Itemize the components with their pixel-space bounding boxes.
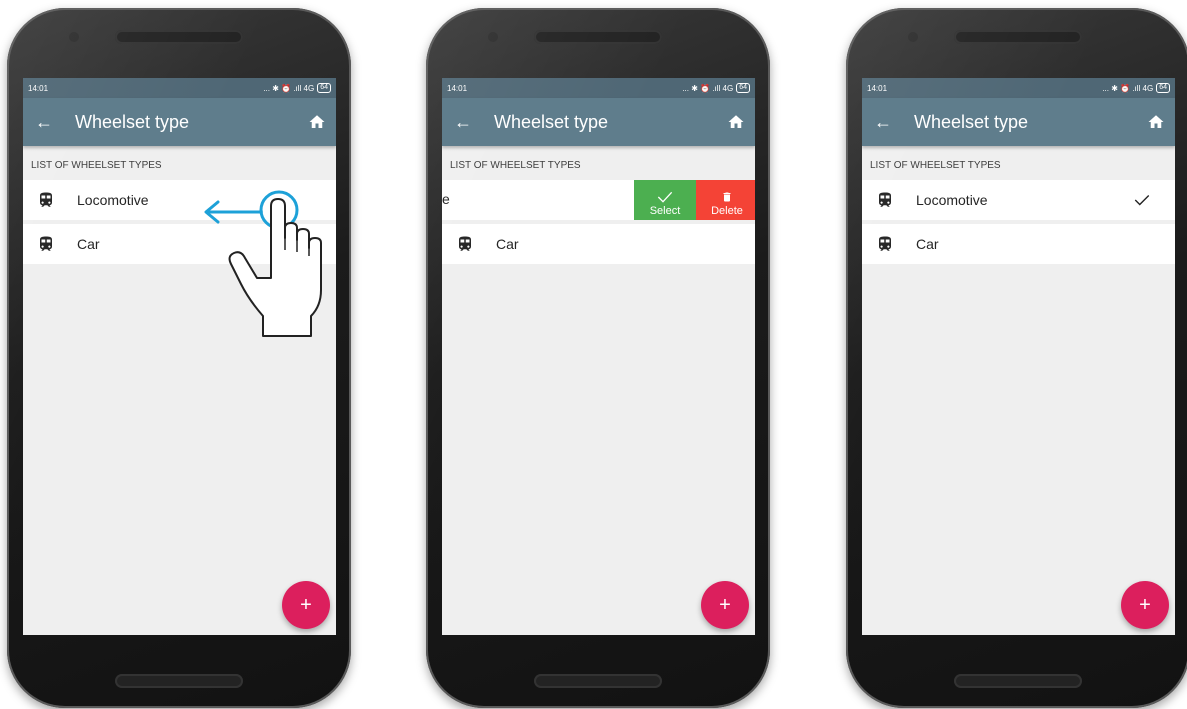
speaker — [534, 30, 662, 44]
add-button[interactable]: + — [701, 581, 749, 629]
phone-frame-2: 14:01 ... ✱ ⏰ .ıll 4G 64 ← Wheelset type… — [426, 8, 770, 708]
select-label: Select — [649, 205, 681, 217]
add-button[interactable]: + — [1121, 581, 1169, 629]
status-time: 14:01 — [867, 83, 888, 93]
section-header: LIST OF WHEELSET TYPES — [31, 160, 162, 171]
status-icons: ... ✱ ⏰ .ıll 4G — [682, 83, 734, 93]
status-indicators: ... ✱ ⏰ .ıll 4G 64 — [682, 83, 750, 93]
list-item-label: Car — [916, 236, 939, 252]
speaker-grill — [534, 674, 662, 688]
speaker — [115, 30, 243, 44]
app-bar: ← Wheelset type — [862, 98, 1175, 146]
app-bar: ← Wheelset type — [442, 98, 755, 146]
camera — [69, 32, 79, 42]
arrow-back-icon[interactable]: ← — [35, 112, 75, 133]
list-item-label-partial: e — [442, 191, 450, 207]
speaker-grill — [954, 674, 1082, 688]
screen-1: 14:01 ... ✱ ⏰ .ıll 4G 64 ← Wheelset type… — [23, 78, 336, 635]
train-icon — [40, 236, 52, 251]
train-icon — [879, 192, 891, 207]
list-item-locomotive[interactable]: Locomotive — [23, 180, 336, 220]
section-header: LIST OF WHEELSET TYPES — [870, 160, 1001, 171]
screen-2: 14:01 ... ✱ ⏰ .ıll 4G 64 ← Wheelset type… — [442, 78, 755, 635]
status-bar: 14:01 ... ✱ ⏰ .ıll 4G 64 — [442, 78, 755, 98]
delete-icon — [723, 192, 731, 202]
check-icon — [657, 191, 673, 203]
home-icon[interactable] — [308, 113, 326, 131]
app-bar: ← Wheelset type — [23, 98, 336, 146]
status-time: 14:01 — [28, 83, 49, 93]
list-item-car[interactable]: Car — [862, 224, 1175, 264]
battery-icon: 64 — [736, 83, 750, 93]
phone-frame-3: 14:01 ... ✱ ⏰ .ıll 4G 64 ← Wheelset type… — [846, 8, 1187, 708]
speaker-grill — [115, 674, 243, 688]
check-icon — [1134, 195, 1150, 206]
train-icon — [459, 236, 471, 251]
delete-button[interactable]: Delete — [696, 180, 755, 220]
list-item-label: Car — [77, 236, 100, 252]
list-item-locomotive[interactable]: Locomotive — [862, 180, 1175, 220]
home-icon[interactable] — [727, 113, 745, 131]
list-item-label: Car — [496, 236, 519, 252]
page-title: Wheelset type — [914, 111, 1029, 132]
list-item-car[interactable]: Car — [23, 224, 336, 264]
list-item-locomotive-swiped[interactable]: e Select Delete — [442, 180, 755, 220]
camera — [908, 32, 918, 42]
status-icons: ... ✱ ⏰ .ıll 4G — [1102, 83, 1154, 93]
list-item-label: Locomotive — [77, 192, 149, 208]
camera — [488, 32, 498, 42]
page-title: Wheelset type — [494, 111, 609, 132]
status-indicators: ... ✱ ⏰ .ıll 4G 64 — [263, 83, 331, 93]
select-button[interactable]: Select — [634, 180, 696, 220]
status-indicators: ... ✱ ⏰ .ıll 4G 64 — [1102, 83, 1170, 93]
delete-label: Delete — [711, 205, 743, 217]
status-time: 14:01 — [447, 83, 468, 93]
home-icon[interactable] — [1147, 113, 1165, 131]
phone-frame-1: 14:01 ... ✱ ⏰ .ıll 4G 64 ← Wheelset type… — [7, 8, 351, 708]
page-title: Wheelset type — [75, 111, 190, 132]
screen-3: 14:01 ... ✱ ⏰ .ıll 4G 64 ← Wheelset type… — [862, 78, 1175, 635]
list-item-car[interactable]: Car — [442, 224, 755, 264]
section-header: LIST OF WHEELSET TYPES — [450, 160, 581, 171]
battery-icon: 64 — [317, 83, 331, 93]
train-icon — [879, 236, 891, 251]
status-icons: ... ✱ ⏰ .ıll 4G — [263, 83, 315, 93]
speaker — [954, 30, 1082, 44]
train-icon — [40, 192, 52, 207]
battery-icon: 64 — [1156, 83, 1170, 93]
arrow-back-icon[interactable]: ← — [454, 112, 494, 133]
arrow-back-icon[interactable]: ← — [874, 112, 914, 133]
status-bar: 14:01 ... ✱ ⏰ .ıll 4G 64 — [862, 78, 1175, 98]
list-item-label: Locomotive — [916, 192, 988, 208]
status-bar: 14:01 ... ✱ ⏰ .ıll 4G 64 — [23, 78, 336, 98]
add-button[interactable]: + — [282, 581, 330, 629]
